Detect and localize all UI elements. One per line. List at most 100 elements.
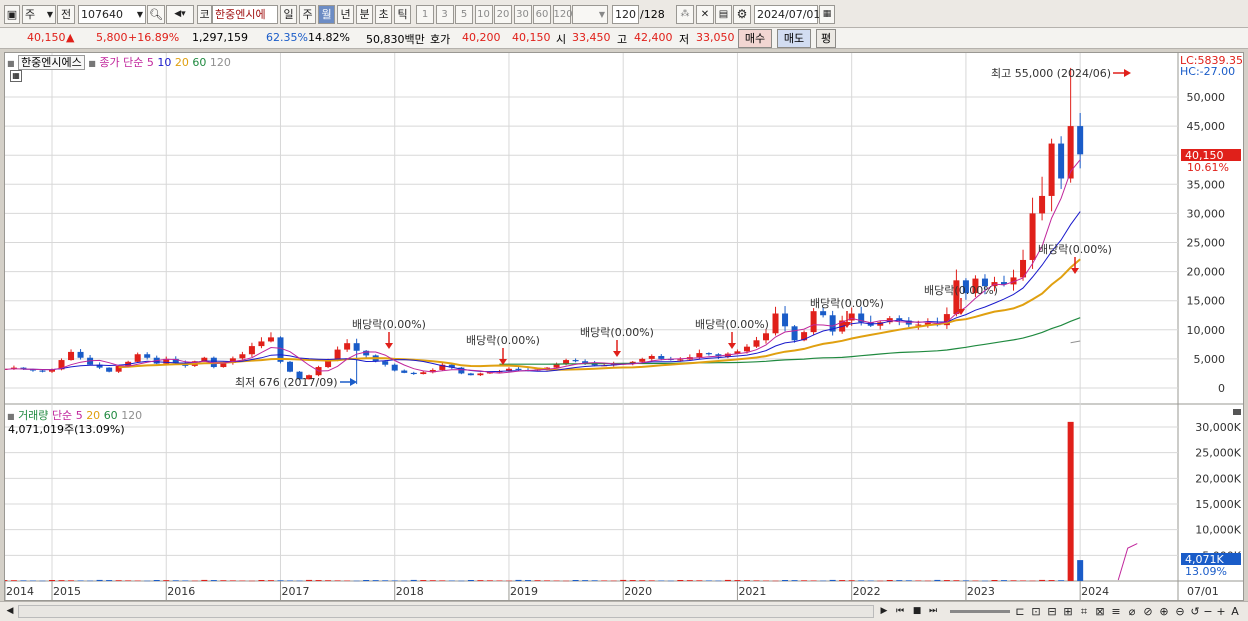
candle-body (77, 351, 84, 358)
tool-icon-10[interactable]: ⊕ (1157, 604, 1171, 619)
tool-icon-11[interactable]: ⊖ (1173, 604, 1187, 619)
price-change-pct: +16.89% (128, 31, 180, 44)
toolbar: ▣ 주 ▼ 전 107640 ▼ 🔍︎ ◀▾ 코 한중엔시에 일주월년분초틱 135… (0, 0, 1248, 28)
dividend-annotation: 배당락(0.00%) (580, 326, 654, 339)
search-icon[interactable]: 🔍︎ (147, 5, 165, 24)
fast-forward-icon[interactable]: ⏭ (926, 604, 940, 619)
zoom-reset-icon[interactable]: ↺ (1189, 604, 1201, 619)
low-annotation-text: 최저 676 (2017/09) (235, 376, 338, 389)
volume-bar (106, 580, 113, 581)
volume-bar (525, 580, 531, 581)
interval-button-20[interactable]: 20 (494, 5, 512, 24)
interval-button-3[interactable]: 3 (435, 5, 454, 24)
candle-body (391, 364, 398, 371)
period-button-0[interactable]: 일 (280, 5, 297, 24)
crosshair-icon[interactable]: ✕ (696, 5, 714, 24)
period-button-3[interactable]: 년 (337, 5, 354, 24)
period-button-4[interactable]: 분 (356, 5, 373, 24)
x-tick-label: 2021 (738, 585, 766, 598)
current-volume-text: 4,071,019주(13.09%) (8, 423, 125, 436)
buy-button[interactable]: 매수 (738, 29, 772, 48)
volume-bar (772, 580, 779, 582)
x-tick-label: 2017 (281, 585, 309, 598)
scroll-right-icon[interactable]: ▶ (878, 604, 890, 619)
link-icon[interactable]: ⁂ (676, 5, 694, 24)
interval-button-10[interactable]: 10 (474, 5, 493, 24)
volume-bar (1048, 580, 1055, 581)
count-input[interactable]: 120 (612, 5, 639, 24)
volume-bar (753, 580, 760, 581)
zoom-slider[interactable] (950, 610, 1010, 613)
legend-square-icon: ■ (88, 59, 96, 68)
volume-bar (915, 580, 922, 581)
stock-code-input[interactable]: 107640 ▼ (78, 5, 146, 24)
gear-icon[interactable]: ⚙ (733, 5, 751, 24)
period-button-2[interactable]: 월 (318, 5, 335, 24)
price-tick-label: 45,000 (1187, 120, 1226, 133)
price-tick-label: 15,000 (1187, 295, 1226, 308)
volume-bar (458, 580, 465, 582)
volume-bar (1029, 580, 1036, 582)
interval-button-1[interactable]: 1 (416, 5, 434, 24)
interval-button-120[interactable]: 120 (552, 5, 573, 24)
tool-icon-5[interactable]: ⌗ (1077, 604, 1091, 619)
zoom-in-icon[interactable]: + (1215, 604, 1227, 619)
volume-bar (277, 580, 284, 581)
volume-bar (229, 580, 236, 581)
interval-button-30[interactable]: 30 (513, 5, 532, 24)
tool-icon-8[interactable]: ⌀ (1125, 604, 1139, 619)
speaker-icon[interactable]: ◀▾ (166, 5, 194, 24)
volume-tick-label: 20,000K (1195, 472, 1241, 485)
volume-bar (486, 580, 493, 581)
candle-body (477, 373, 484, 376)
chart-window-icon[interactable]: ▣ (4, 5, 20, 24)
volume-bar (953, 580, 960, 581)
candle-body (648, 355, 655, 359)
tool-icon-9[interactable]: ⊘ (1141, 604, 1155, 619)
save-icon[interactable]: ▤ (715, 5, 732, 24)
volume-bar (77, 580, 84, 581)
low-price: 33,050 (696, 31, 735, 44)
bid-label: 호가 (430, 33, 451, 46)
volume-bar (144, 580, 151, 582)
period-mode-select[interactable]: 주 ▼ (22, 5, 56, 24)
high-annotation-text: 최고 55,000 (2024/06) (991, 67, 1111, 80)
candle-body (353, 343, 360, 351)
volume-bar (820, 580, 827, 582)
table-icon[interactable]: ▦ (10, 70, 22, 82)
prev-button[interactable]: 전 (57, 5, 75, 24)
volume-bar (306, 579, 313, 581)
interval-select[interactable]: ▼ (572, 5, 608, 24)
tool-icon-3[interactable]: ⊟ (1045, 604, 1059, 619)
tool-icon-7[interactable]: ≡ (1109, 604, 1123, 619)
scroll-track[interactable] (18, 605, 874, 618)
zoom-out-icon[interactable]: − (1202, 604, 1214, 619)
tool-icon-4[interactable]: ⊞ (1061, 604, 1075, 619)
tool-icon-1[interactable]: ⊏ (1013, 604, 1027, 619)
tool-icon-2[interactable]: ⊡ (1029, 604, 1043, 619)
volume-bar (867, 580, 874, 582)
font-size-icon[interactable]: A (1229, 604, 1241, 619)
interval-button-60[interactable]: 60 (533, 5, 551, 24)
date-input[interactable]: 2024/07/01 (754, 5, 820, 24)
open-price: 33,450 (572, 31, 611, 44)
volume-bar (677, 579, 684, 581)
legend-stock-name[interactable]: 한중엔시에스 (18, 55, 85, 70)
period-button-6[interactable]: 틱 (394, 5, 411, 24)
ratio-2: 14.82% (308, 31, 350, 44)
tool-icon-6[interactable]: ⊠ (1093, 604, 1107, 619)
stop-icon[interactable]: ■ (910, 604, 924, 619)
sell-button[interactable]: 매도 (777, 29, 811, 48)
eval-button[interactable]: 평 (816, 29, 836, 48)
rewind-icon[interactable]: ⏮ (893, 604, 907, 619)
dividend-annotation: 배당락(0.00%) (924, 284, 998, 297)
volume-bar (439, 580, 446, 581)
period-button-5[interactable]: 초 (375, 5, 392, 24)
volume-bar (153, 579, 160, 581)
interval-button-5[interactable]: 5 (455, 5, 473, 24)
price-volume-chart[interactable]: 최고 55,000 (2024/06) 최저 676 (2017/09) 배당락(0… (0, 53, 1243, 600)
current-pct-tag: 10.61% (1187, 161, 1229, 174)
period-button-1[interactable]: 주 (299, 5, 316, 24)
scroll-left-icon[interactable]: ◀ (4, 604, 16, 619)
calendar-icon[interactable]: ▦ (819, 5, 835, 24)
